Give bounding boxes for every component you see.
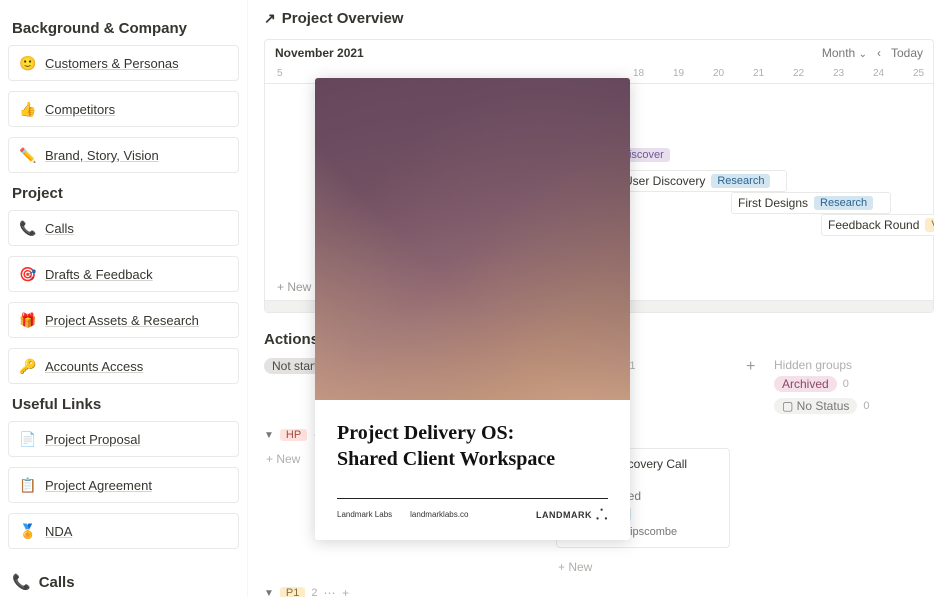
add-column[interactable]: + <box>740 358 764 376</box>
phone-icon: 📞 <box>19 219 37 237</box>
nav-label: Drafts & Feedback <box>45 267 153 282</box>
day-label: 5 <box>277 68 283 79</box>
section-title-background: Background & Company <box>12 20 239 37</box>
open-arrow-icon[interactable]: ↗ <box>264 10 276 27</box>
prev-button[interactable]: ‹ <box>877 46 881 60</box>
app-root: Background & Company 🙂 Customers & Perso… <box>0 0 934 597</box>
nav-accounts-access[interactable]: 🔑 Accounts Access <box>8 348 239 384</box>
bar-title: Feedback Round <box>828 218 919 232</box>
timeline-month-label: November 2021 <box>275 46 364 60</box>
nav-competitors[interactable]: 👍 Competitors <box>8 91 239 127</box>
calls-section-header: 📞 Calls <box>8 573 239 591</box>
group-toggle-p1[interactable]: ▼ <box>264 588 274 597</box>
today-button[interactable]: Today <box>891 46 923 60</box>
nav-project-proposal[interactable]: 📄 Project Proposal <box>8 421 239 457</box>
landmark-logo-icon: ⸫ <box>596 505 608 524</box>
day-label: 22 <box>793 68 804 79</box>
new-card-complete-hp[interactable]: + New <box>556 556 730 578</box>
timeline-controls: Month ⌄ ‹ Today <box>822 46 923 60</box>
sidebar: Background & Company 🙂 Customers & Perso… <box>0 0 248 597</box>
p1-count: 2 <box>311 587 317 597</box>
group-p1: ▼ P1 2 ⋯ + Share all accounts and passwo… <box>264 586 934 597</box>
nav-label: Customers & Personas <box>45 56 179 71</box>
nav-drafts-feedback[interactable]: 🎯 Drafts & Feedback <box>8 256 239 292</box>
tag-research: Research <box>711 174 770 188</box>
project-overview-heading: ↗ Project Overview <box>264 0 934 33</box>
status-nostatus[interactable]: ▢ No Status <box>774 398 857 414</box>
nav-label: Competitors <box>45 102 115 117</box>
priority-hp[interactable]: HP <box>280 429 307 441</box>
tag-research: Research <box>814 196 873 210</box>
chevron-down-icon: ⌄ <box>859 49 867 60</box>
key-icon: 🔑 <box>19 357 37 375</box>
nav-calls[interactable]: 📞 Calls <box>8 210 239 246</box>
col-hidden-groups: Hidden groups Archived 0 ▢ No Status 0 <box>774 358 910 420</box>
target-icon: 🎯 <box>19 265 37 283</box>
tag-validation: Validatio <box>925 218 934 232</box>
day-label: 20 <box>713 68 724 79</box>
medal-icon: 🏅 <box>19 522 37 540</box>
nav-customers-personas[interactable]: 🙂 Customers & Personas <box>8 45 239 81</box>
group-p1-row: ▼ P1 2 ⋯ + <box>264 586 934 597</box>
nav-brand-story[interactable]: ✏️ Brand, Story, Vision <box>8 137 239 173</box>
nav-project-agreement[interactable]: 📋 Project Agreement <box>8 467 239 503</box>
nav-label: NDA <box>45 524 72 539</box>
overlay-body: Project Delivery OS: Shared Client Works… <box>315 400 630 540</box>
section-title-links: Useful Links <box>12 396 239 413</box>
nav-label: Project Proposal <box>45 432 140 447</box>
timeline-bar-first-designs[interactable]: First Designs Research <box>731 192 891 214</box>
nav-label: Calls <box>45 221 74 236</box>
bar-title: User Discovery <box>624 174 705 188</box>
day-label: 23 <box>833 68 844 79</box>
bar-title: First Designs <box>738 196 808 210</box>
nostatus-count: 0 <box>863 400 869 412</box>
clipboard-icon: 📋 <box>19 476 37 494</box>
day-label: 18 <box>633 68 644 79</box>
overlay-cover-image <box>315 78 630 400</box>
timeline-bar-user-discovery[interactable]: User Discovery Research <box>617 170 787 192</box>
thumbs-up-icon: 👍 <box>19 100 37 118</box>
day-label: 19 <box>673 68 684 79</box>
gift-icon: 🎁 <box>19 311 37 329</box>
day-label: 25 <box>913 68 924 79</box>
overlay-cover-card[interactable]: Project Delivery OS: Shared Client Works… <box>315 78 630 540</box>
timeline-bar-feedback-round[interactable]: Feedback Round Validatio <box>821 214 934 236</box>
overlay-footer-url: landmarklabs.co <box>410 510 468 519</box>
overview-title-text: Project Overview <box>282 10 404 27</box>
nav-label: Project Assets & Research <box>45 313 199 328</box>
complete-count: 1 <box>629 360 635 372</box>
timeline-header: November 2021 Month ⌄ ‹ Today <box>265 40 933 66</box>
nav-assets-research[interactable]: 🎁 Project Assets & Research <box>8 302 239 338</box>
calls-label: Calls <box>39 574 75 591</box>
smile-icon: 🙂 <box>19 54 37 72</box>
group-more-p1[interactable]: ⋯ + <box>324 586 350 597</box>
section-title-project: Project <box>12 185 239 202</box>
nav-nda[interactable]: 🏅 NDA <box>8 513 239 549</box>
priority-p1[interactable]: P1 <box>280 587 305 597</box>
overlay-footer: Landmark Labs landmarklabs.co LANDMARK ⸫ <box>337 498 608 524</box>
overlay-brand: LANDMARK ⸫ <box>536 505 608 524</box>
document-icon: 📄 <box>19 430 37 448</box>
overlay-footer-company: Landmark Labs <box>337 510 392 519</box>
nav-label: Brand, Story, Vision <box>45 148 159 163</box>
phone-icon: 📞 <box>12 573 31 591</box>
archived-count: 0 <box>843 378 849 390</box>
status-archived[interactable]: Archived <box>774 376 837 392</box>
nav-label: Project Agreement <box>45 478 152 493</box>
day-label: 21 <box>753 68 764 79</box>
view-switch[interactable]: Month ⌄ <box>822 46 867 60</box>
hidden-groups-toggle[interactable]: Hidden groups <box>774 358 910 372</box>
overlay-title: Project Delivery OS: Shared Client Works… <box>337 420 608 472</box>
day-label: 24 <box>873 68 884 79</box>
pencil-icon: ✏️ <box>19 146 37 164</box>
nav-label: Accounts Access <box>45 359 143 374</box>
group-toggle-hp[interactable]: ▼ <box>264 430 274 441</box>
